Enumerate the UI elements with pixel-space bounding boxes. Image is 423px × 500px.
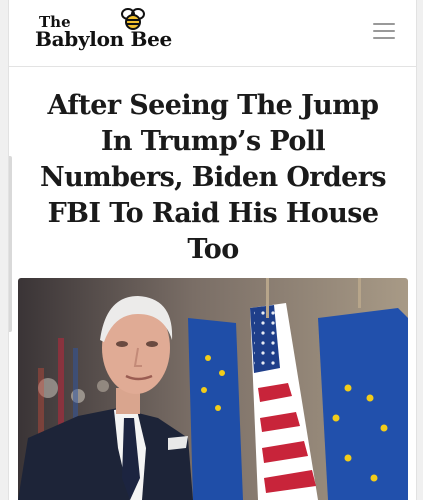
scroll-edge xyxy=(9,156,12,332)
article-photo[interactable] xyxy=(18,278,408,500)
page: The Babylon Bee After Seeing The Jump In… xyxy=(8,0,417,500)
hamburger-menu-icon[interactable] xyxy=(373,22,395,40)
logo-name: Babylon Bee xyxy=(35,27,172,51)
site-header: The Babylon Bee xyxy=(9,0,416,67)
site-logo[interactable]: The Babylon Bee xyxy=(33,7,193,57)
photo-illustration xyxy=(18,278,408,500)
article-headline[interactable]: After Seeing The Jump In Trump’s Poll Nu… xyxy=(29,88,397,268)
